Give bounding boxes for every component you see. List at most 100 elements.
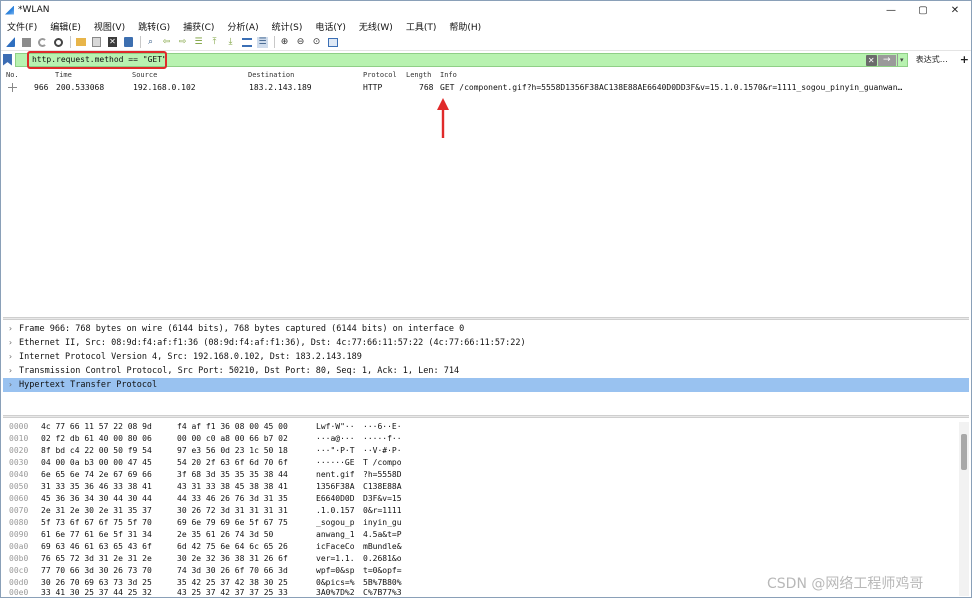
save-file-icon[interactable] [91,37,102,48]
ascii-bytes[interactable]: C%7B77%3 [363,588,402,597]
hex-bytes[interactable]: 2e 31 2e 30 2e 31 35 37 [41,506,152,515]
hex-bytes[interactable]: 76 65 72 3d 31 2e 31 2e [41,554,152,563]
column-header-info[interactable]: Info [440,71,457,79]
hex-bytes[interactable]: f4 af f1 36 08 00 45 00 [177,422,288,431]
go-forward-icon[interactable]: ⇨ [177,37,188,48]
go-last-icon[interactable]: ⤓ [225,37,236,48]
resize-columns-icon[interactable] [327,37,338,48]
ascii-bytes[interactable]: 3A0%7D%2 [316,588,355,597]
expand-caret-icon[interactable]: › [8,338,13,347]
capture-options-icon[interactable] [53,37,64,48]
ascii-bytes[interactable]: ······GE [316,458,355,467]
detail-tcp[interactable]: › Transmission Control Protocol, Src Por… [3,364,969,378]
ascii-bytes[interactable]: inyin_gu [363,518,402,527]
menu-tools[interactable]: 工具(T) [406,20,437,33]
hex-bytes[interactable]: 3f 68 3d 35 35 35 38 44 [177,470,288,479]
hex-bytes[interactable]: 69 63 46 61 63 65 43 6f [41,542,152,551]
ascii-bytes[interactable]: ···a@··· [316,434,355,443]
hex-bytes[interactable]: 77 70 66 3d 30 26 73 70 [41,566,152,575]
ascii-bytes[interactable]: 0&pics=% [316,578,355,587]
start-capture-icon[interactable] [5,37,16,48]
menu-telephony[interactable]: 电话(Y) [315,20,346,33]
ascii-bytes[interactable]: E6640D0D [316,494,355,503]
hex-bytes[interactable]: 33 41 30 25 37 44 25 32 [41,588,152,597]
hex-bytes[interactable]: 04 00 0a b3 00 00 47 45 [41,458,152,467]
ascii-bytes[interactable]: ···6··E· [363,422,402,431]
expression-button[interactable]: 表达式… [916,54,948,65]
zoom-out-icon[interactable]: ⊖ [295,37,306,48]
pane-splitter[interactable] [3,415,969,418]
colorize-icon[interactable]: ☰ [257,36,268,48]
detail-http[interactable]: › Hypertext Transfer Protocol [3,378,969,392]
menu-statistics[interactable]: 统计(S) [272,20,303,33]
menu-capture[interactable]: 捕获(C) [183,20,214,33]
detail-ethernet[interactable]: › Ethernet II, Src: 08:9d:f4:af:f1:36 (0… [3,336,969,350]
column-header-no[interactable]: No. [6,71,19,79]
hex-bytes[interactable]: 02 f2 db 61 40 00 80 06 [41,434,152,443]
ascii-bytes[interactable]: 0&r=1111 [363,506,402,515]
ascii-bytes[interactable]: t=0&opf= [363,566,402,575]
ascii-bytes[interactable]: ·····f·· [363,434,402,443]
stop-capture-icon[interactable] [21,37,32,48]
hex-bytes[interactable]: 6e 65 6e 74 2e 67 69 66 [41,470,152,479]
hex-bytes[interactable]: 43 25 37 42 37 37 25 33 [177,588,288,597]
find-packet-icon[interactable]: ⌕ [145,37,156,48]
hex-bytes[interactable]: 44 33 46 26 76 3d 31 35 [177,494,288,503]
menu-help[interactable]: 帮助(H) [449,20,481,33]
menu-wireless[interactable]: 无线(W) [359,20,393,33]
close-window-button[interactable]: ✕ [939,1,971,19]
ascii-bytes[interactable]: ···"·P·T [316,446,355,455]
menu-edit[interactable]: 编辑(E) [50,20,81,33]
hex-bytes[interactable]: 5f 73 6f 67 6f 75 5f 70 [41,518,152,527]
ascii-bytes[interactable]: anwang_1 [316,530,355,539]
ascii-bytes[interactable]: nent.gif [316,470,355,479]
expand-caret-icon[interactable]: › [8,380,13,389]
go-back-icon[interactable]: ⇦ [161,37,172,48]
ascii-bytes[interactable]: 5B%7B80% [363,578,402,587]
ascii-bytes[interactable]: wpf=0&sp [316,566,355,575]
display-filter-input[interactable]: http.request.method == "GET" ✕ → ▾ [14,50,908,69]
reload-file-icon[interactable] [123,37,134,48]
ascii-bytes[interactable]: ?h=5558D [363,470,402,479]
ascii-bytes[interactable]: ··V·#·P· [363,446,402,455]
zoom-in-icon[interactable]: ⊕ [279,37,290,48]
detail-ipv4[interactable]: › Internet Protocol Version 4, Src: 192.… [3,350,969,364]
expand-caret-icon[interactable]: › [8,366,13,375]
detail-frame[interactable]: › Frame 966: 768 bytes on wire (6144 bit… [3,322,969,336]
hex-bytes[interactable]: 30 26 72 3d 31 31 31 31 [177,506,288,515]
clear-filter-icon[interactable]: ✕ [865,54,877,66]
hex-bytes[interactable]: 74 3d 30 26 6f 70 66 3d [177,566,288,575]
hex-bytes[interactable]: 31 33 35 36 46 33 38 41 [41,482,152,491]
minimize-button[interactable]: — [875,1,907,19]
ascii-bytes[interactable]: mBundle& [363,542,402,551]
filter-bookmark-icon[interactable] [3,53,12,66]
hex-bytes[interactable]: 35 42 25 37 42 38 30 25 [177,578,288,587]
open-file-icon[interactable] [75,37,86,48]
ascii-bytes[interactable]: 4.5a&t=P [363,530,402,539]
ascii-bytes[interactable]: icFaceCo [316,542,355,551]
scrollbar-thumb[interactable] [961,434,967,470]
close-file-icon[interactable]: ✕ [107,37,118,48]
apply-filter-icon[interactable]: → [877,54,896,66]
hex-bytes[interactable]: 30 26 70 69 63 73 3d 25 [41,578,152,587]
hex-bytes[interactable]: 8f bd c4 22 00 50 f9 54 [41,446,152,455]
ascii-bytes[interactable]: _sogou_p [316,518,355,527]
go-first-icon[interactable]: ⤒ [209,37,220,48]
menu-go[interactable]: 跳转(G) [138,20,170,33]
hex-bytes[interactable]: 30 2e 32 36 38 31 26 6f [177,554,288,563]
ascii-bytes[interactable]: 0.2681&o [363,554,402,563]
menu-analyze[interactable]: 分析(A) [227,20,258,33]
pane-splitter[interactable] [3,317,969,320]
expand-caret-icon[interactable]: › [8,352,13,361]
column-header-time[interactable]: Time [55,71,72,79]
ascii-bytes[interactable]: D3F&v=15 [363,494,402,503]
ascii-bytes[interactable]: Lwf·W"·· [316,422,355,431]
filter-history-dropdown-icon[interactable]: ▾ [896,53,906,66]
hex-bytes[interactable]: 61 6e 77 61 6e 5f 31 34 [41,530,152,539]
menu-view[interactable]: 视图(V) [94,20,125,33]
column-header-destination[interactable]: Destination [248,71,294,79]
packet-row[interactable]: 966 200.533068 192.168.0.102 183.2.143.1… [3,81,969,94]
hex-bytes[interactable]: 97 e3 56 0d 23 1c 50 18 [177,446,288,455]
column-header-length[interactable]: Length [406,71,431,79]
ascii-bytes[interactable]: 1356F38A [316,482,355,491]
